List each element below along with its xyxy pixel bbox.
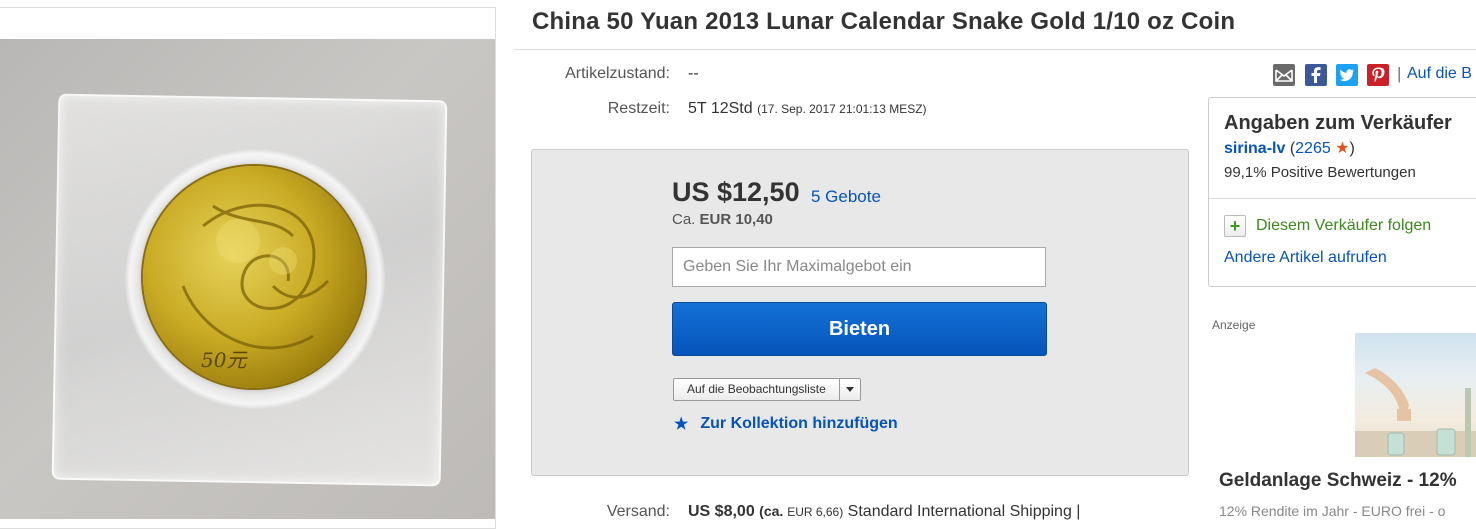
feedback-score-link[interactable]: 2265 <box>1295 140 1331 157</box>
watchlist-header-link[interactable]: Auf die B <box>1407 65 1472 83</box>
seller-divider <box>1209 198 1476 199</box>
seller-heading: Angaben zum Verkäufer <box>1224 112 1452 134</box>
gold-coin: 50元 <box>143 166 365 388</box>
shipping-price: US $8,00 <box>688 503 755 520</box>
ad-text: 12% Rendite im Jahr - EURO frei - o <box>1219 503 1446 519</box>
converted-prefix: Ca. <box>672 211 696 228</box>
shipping-method: Standard International Shipping | <box>847 503 1081 520</box>
twitter-icon[interactable] <box>1336 64 1358 86</box>
shipping-label: Versand: <box>606 503 670 520</box>
shipping-converted-open: (ca. <box>759 503 784 519</box>
converted-price: Ca. EUR 10,40 <box>672 211 773 228</box>
product-image[interactable]: 50元 <box>0 39 495 519</box>
max-bid-input[interactable] <box>672 247 1046 287</box>
seller-username-link[interactable]: sirina-lv <box>1224 140 1285 157</box>
ad-title[interactable]: Geldanlage Schweiz - 12% <box>1219 470 1457 492</box>
seller-identity: sirina-lv (2265 ★) <box>1224 138 1355 158</box>
condition-label: Artikelzustand: <box>565 65 670 82</box>
add-to-collection-link[interactable]: ★ Zur Kollektion hinzufügen <box>674 414 898 434</box>
share-divider: | <box>1397 64 1402 83</box>
bid-count-link[interactable]: 5 Gebote <box>811 187 881 207</box>
place-bid-button[interactable]: Bieten <box>672 302 1047 356</box>
feedback-star-icon: ★ <box>1335 140 1350 157</box>
email-icon[interactable] <box>1273 64 1295 86</box>
watchlist-label[interactable]: Auf die Beobachtungsliste <box>674 379 839 400</box>
follow-seller-button[interactable]: + Diesem Verkäufer folgen <box>1224 215 1431 237</box>
chevron-down-icon[interactable] <box>838 379 860 400</box>
time-left-duration: 5T 12Std <box>688 100 753 117</box>
facebook-icon[interactable] <box>1305 64 1327 86</box>
title-divider <box>514 49 1476 50</box>
current-price: US $12,50 <box>672 177 800 207</box>
ad-label: Anzeige <box>1212 318 1256 332</box>
coin-denomination: 50元 <box>201 348 247 372</box>
time-left-end: (17. Sep. 2017 21:01:13 MESZ) <box>757 102 927 116</box>
plus-icon[interactable]: + <box>1224 215 1246 237</box>
time-left-label: Restzeit: <box>607 100 670 117</box>
pinterest-icon[interactable] <box>1367 64 1389 86</box>
positive-feedback: 99,1% Positive Bewertungen <box>1224 164 1416 181</box>
ad-image[interactable] <box>1355 333 1476 457</box>
star-icon: ★ <box>674 416 689 433</box>
add-to-collection-label[interactable]: Zur Kollektion hinzufügen <box>700 415 897 433</box>
seller-other-items-link[interactable]: Andere Artikel aufrufen <box>1224 249 1387 267</box>
snake-relief-icon <box>181 203 330 350</box>
time-left-value: 5T 12Std (17. Sep. 2017 21:01:13 MESZ) <box>688 100 927 118</box>
listing-title: China 50 Yuan 2013 Lunar Calendar Snake … <box>532 8 1236 35</box>
watchlist-button[interactable]: Auf die Beobachtungsliste <box>673 378 861 401</box>
shipping-value: US $8,00 (ca. EUR 6,66) Standard Interna… <box>688 503 1080 521</box>
shipping-converted-value: EUR 6,66) <box>787 505 844 519</box>
converted-value: EUR 10,40 <box>699 211 773 228</box>
follow-seller-label[interactable]: Diesem Verkäufer folgen <box>1256 217 1431 235</box>
score-close: ) <box>1349 140 1355 157</box>
condition-value: -- <box>688 65 699 82</box>
product-image-panel: 50元 <box>0 7 496 529</box>
